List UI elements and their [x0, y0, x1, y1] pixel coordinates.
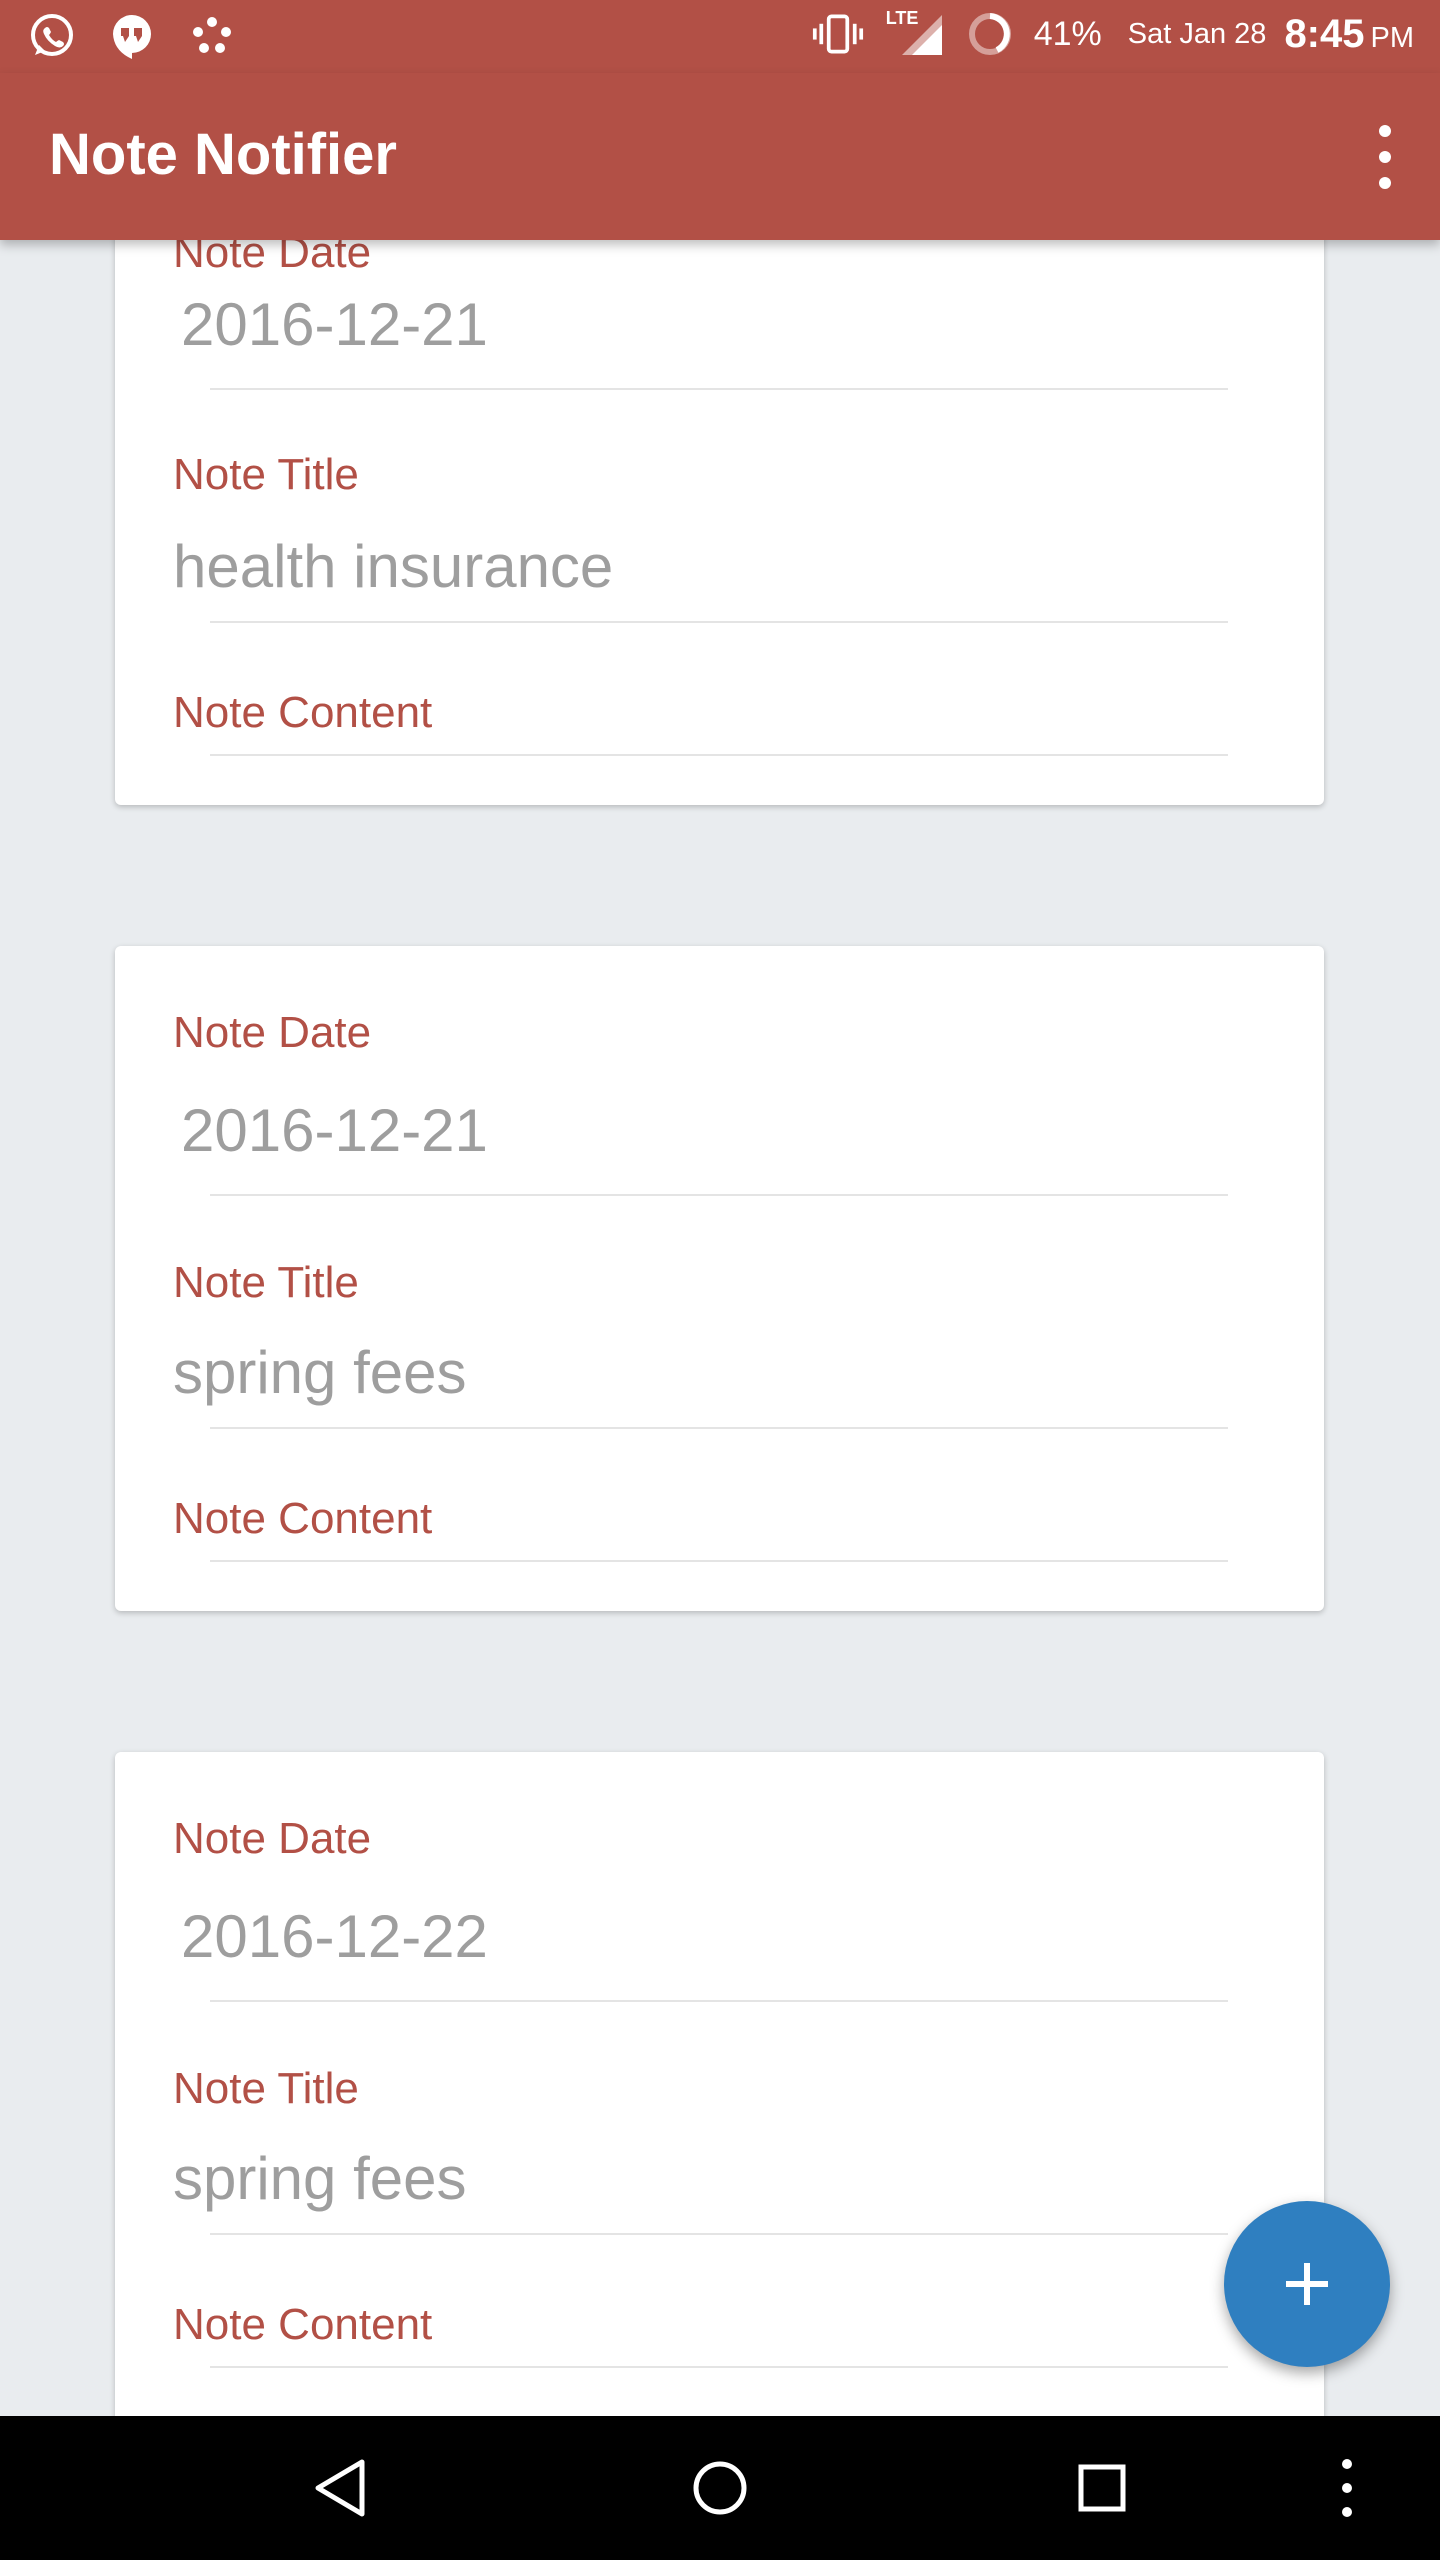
- note-date-label: Note Date: [173, 240, 372, 277]
- note-content-label[interactable]: Note Content: [173, 2300, 432, 2350]
- note-date-label: Note Date: [173, 1008, 372, 1057]
- divider: [210, 388, 1228, 390]
- vibrate-icon: [812, 8, 864, 60]
- note-date-value[interactable]: 2016-12-21: [181, 1096, 488, 1165]
- note-card[interactable]: Note Date 2016-12-21 Note Title spring f…: [115, 946, 1324, 1611]
- divider: [210, 1194, 1228, 1196]
- note-date-value[interactable]: 2016-12-22: [181, 1902, 488, 1971]
- divider: [210, 1560, 1228, 1562]
- add-note-button[interactable]: [1224, 2201, 1390, 2367]
- lte-label: LTE: [885, 8, 919, 28]
- divider: [210, 2366, 1228, 2368]
- system-nav-bar: [0, 2416, 1440, 2560]
- lte-signal-icon: LTE: [882, 8, 946, 60]
- status-bar: LTE 41% Sat Jan 28 8:45 PM: [0, 0, 1440, 73]
- notes-list[interactable]: Note Date 2016-12-21 Note Title health i…: [0, 240, 1440, 2416]
- battery-percent: 41%: [1033, 14, 1102, 53]
- note-date-value[interactable]: 2016-12-21: [181, 290, 488, 359]
- home-icon[interactable]: [680, 2448, 760, 2528]
- note-card[interactable]: Note Date 2016-12-22 Note Title spring f…: [115, 1752, 1324, 2416]
- recents-icon[interactable]: [1062, 2448, 1142, 2528]
- overflow-menu-icon[interactable]: [1360, 125, 1410, 189]
- note-content-label[interactable]: Note Content: [173, 1494, 432, 1544]
- status-time: 8:45: [1284, 11, 1365, 56]
- status-clock: 8:45 PM: [1284, 12, 1414, 57]
- app-title: Note Notifier: [49, 122, 397, 187]
- whatsapp-icon: [26, 10, 78, 62]
- note-content-label[interactable]: Note Content: [173, 688, 432, 738]
- note-date-label: Note Date: [173, 1814, 372, 1863]
- plus-icon: [1286, 2263, 1328, 2305]
- nav-menu-icon[interactable]: [1307, 2448, 1387, 2528]
- back-icon[interactable]: [300, 2448, 380, 2528]
- note-title-value[interactable]: health insurance: [173, 532, 613, 601]
- hangouts-icon: [106, 10, 158, 62]
- status-date: Sat Jan 28: [1127, 17, 1267, 50]
- note-title-label: Note Title: [173, 1258, 359, 1307]
- battery-ring-icon: [964, 8, 1016, 60]
- dots-app-icon: [186, 10, 238, 62]
- divider: [210, 754, 1228, 756]
- divider: [210, 2000, 1228, 2002]
- note-title-label: Note Title: [173, 2064, 359, 2113]
- note-card[interactable]: Note Date 2016-12-21 Note Title health i…: [115, 240, 1324, 805]
- divider: [210, 621, 1228, 623]
- note-title-value[interactable]: spring fees: [173, 2144, 467, 2213]
- note-title-label: Note Title: [173, 450, 359, 499]
- status-ampm: PM: [1370, 21, 1415, 54]
- app-bar: Note Notifier: [0, 73, 1440, 240]
- note-title-value[interactable]: spring fees: [173, 1338, 467, 1407]
- divider: [210, 1427, 1228, 1429]
- divider: [210, 2233, 1228, 2235]
